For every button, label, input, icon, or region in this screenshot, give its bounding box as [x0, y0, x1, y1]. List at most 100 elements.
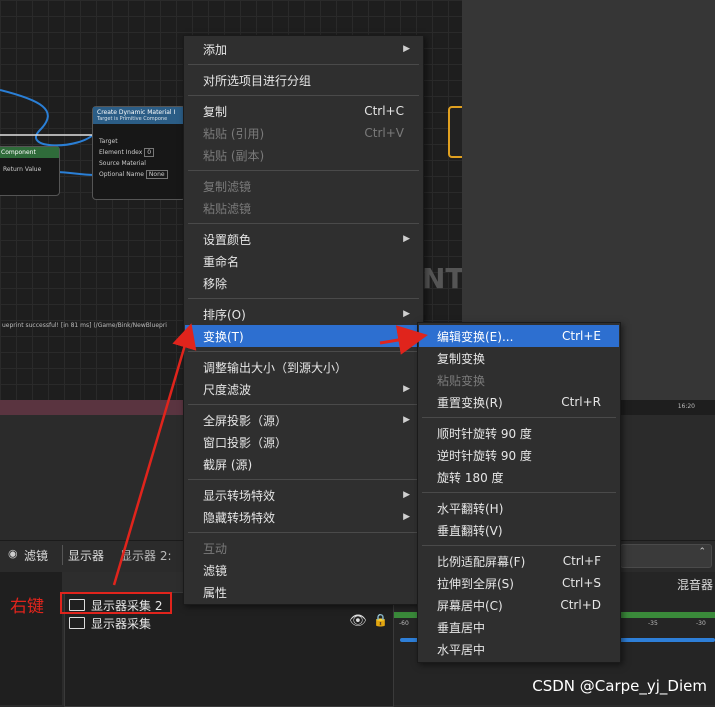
menu-item-label: 垂直居中	[437, 620, 486, 635]
chevron-right-icon: ▶	[403, 415, 410, 425]
chevron-right-icon: ▶	[403, 234, 410, 244]
submenu-item-1[interactable]: 复制变换	[419, 347, 619, 369]
menu-item-label: 旋转 180 度	[437, 470, 504, 485]
menu-item-label: 粘贴滤镜	[203, 201, 252, 216]
submenu-item-7[interactable]: 旋转 180 度	[419, 466, 619, 488]
menu-item-label: 排序(O)	[203, 307, 246, 322]
menu-item-2[interactable]: 对所选项目进行分组	[185, 69, 422, 91]
source-item-display[interactable]: 显示器采集	[69, 614, 151, 632]
menu-item-22[interactable]: 窗口投影（源）	[185, 431, 422, 453]
menu-item-label: 编辑变换(E)...	[437, 329, 514, 344]
menu-item-label: 水平居中	[437, 642, 486, 657]
menu-item-label: 复制滤镜	[203, 179, 252, 194]
menu-separator	[422, 417, 616, 418]
menu-item-label: 复制变换	[437, 351, 486, 366]
menu-item-label: 粘贴 (副本)	[203, 148, 265, 163]
menu-item-13[interactable]: 移除	[185, 272, 422, 294]
menu-item-11[interactable]: 设置颜色 ▶	[185, 228, 422, 250]
source-name: 显示器采集	[91, 616, 152, 631]
pin-element-index: Element Index 0	[93, 147, 185, 158]
menu-separator	[188, 532, 419, 533]
submenu-item-0[interactable]: 编辑变换(E)... Ctrl+E	[419, 325, 619, 347]
menu-item-8: 复制滤镜	[185, 175, 422, 197]
menu-item-label: 设置颜色	[203, 232, 252, 247]
menu-item-label: 重置变换(R)	[437, 395, 503, 410]
menu-item-label: 移除	[203, 276, 228, 291]
chevron-right-icon: ▶	[403, 512, 410, 522]
monitor-icon	[69, 617, 85, 629]
menu-separator	[188, 298, 419, 299]
left-node: Component Return Value	[0, 146, 60, 196]
menu-item-label: 垂直翻转(V)	[437, 523, 503, 538]
submenu-item-13[interactable]: 拉伸到全屏(S) Ctrl+S	[419, 572, 619, 594]
menu-item-6: 粘贴 (副本)	[185, 144, 422, 166]
visibility-eye-icon[interactable]: 👁	[349, 613, 367, 629]
lock-icon[interactable]: 🔒	[373, 613, 388, 627]
menu-item-label: 水平翻转(H)	[437, 501, 504, 516]
filters-button[interactable]: 滤镜	[24, 547, 48, 564]
menu-item-label: 滤镜	[203, 563, 228, 578]
submenu-item-3[interactable]: 重置变换(R) Ctrl+R	[419, 391, 619, 413]
menu-item-shortcut: Ctrl+V	[364, 126, 404, 140]
menu-item-shortcut: Ctrl+F	[562, 554, 601, 568]
menu-item-label: 尺度滤波	[203, 382, 252, 397]
menu-separator	[422, 545, 616, 546]
menu-item-shortcut: Ctrl+S	[561, 576, 601, 590]
menu-item-label: 粘贴 (引用)	[203, 126, 265, 141]
menu-item-19[interactable]: 尺度滤波 ▶	[185, 378, 422, 400]
menu-item-4[interactable]: 复制 Ctrl+C	[185, 100, 422, 122]
node-title: Create Dynamic Material I Target is Prim…	[93, 107, 185, 124]
display-label: 显示器	[68, 549, 105, 563]
menu-item-29[interactable]: 滤镜	[185, 559, 422, 581]
menu-item-15[interactable]: 排序(O) ▶	[185, 303, 422, 325]
display-dropdown[interactable]: 显示器 2:	[120, 547, 172, 564]
menu-item-26[interactable]: 隐藏转场特效 ▶	[185, 506, 422, 528]
menu-item-label: 比例适配屏幕(F)	[437, 554, 526, 569]
menu-item-12[interactable]: 重命名	[185, 250, 422, 272]
menu-item-label: 屏幕居中(C)	[437, 598, 503, 613]
menu-item-label: 隐藏转场特效	[203, 510, 276, 525]
menu-item-23[interactable]: 截屏 (源)	[185, 453, 422, 475]
menu-item-30[interactable]: 属性	[185, 581, 422, 603]
submenu-item-12[interactable]: 比例适配屏幕(F) Ctrl+F	[419, 550, 619, 572]
display-select[interactable]: ⌃	[620, 544, 712, 568]
menu-item-18[interactable]: 调整输出大小（到源大小）	[185, 356, 422, 378]
menu-item-16[interactable]: 变换(T) ▶	[185, 325, 422, 347]
annotation-box	[60, 592, 172, 614]
menu-item-label: 显示转场特效	[203, 488, 276, 503]
menu-item-0[interactable]: 添加 ▶	[185, 38, 422, 60]
submenu-item-9[interactable]: 水平翻转(H)	[419, 497, 619, 519]
menu-item-9: 粘贴滤镜	[185, 197, 422, 219]
right-node-edge	[448, 106, 462, 158]
menu-item-label: 截屏 (源)	[203, 457, 253, 472]
watermark: CSDN @Carpe_yj_Diem	[532, 677, 707, 695]
submenu-item-10[interactable]: 垂直翻转(V)	[419, 519, 619, 541]
menu-item-25[interactable]: 显示转场特效 ▶	[185, 484, 422, 506]
menu-item-label: 顺时针旋转 90 度	[437, 426, 532, 441]
left-node-title: Component	[0, 147, 59, 158]
preview-watermark: NT	[422, 262, 462, 295]
submenu-item-5[interactable]: 顺时针旋转 90 度	[419, 422, 619, 444]
filters-icon[interactable]: ◉	[8, 547, 18, 560]
annotation-label: 右键	[10, 597, 44, 617]
menu-item-21[interactable]: 全屏投影（源） ▶	[185, 409, 422, 431]
menu-separator	[188, 95, 419, 96]
menu-item-shortcut: Ctrl+D	[560, 598, 601, 612]
pin-source-material: Source Material	[99, 160, 146, 167]
submenu-item-6[interactable]: 逆时针旋转 90 度	[419, 444, 619, 466]
transform-submenu: 编辑变换(E)... Ctrl+E 复制变换 粘贴变换 重置变换(R) Ctrl+R 顺时针…	[417, 322, 621, 663]
menu-item-label: 全屏投影（源）	[203, 413, 288, 428]
node-title-text: Create Dynamic Material I	[97, 109, 176, 116]
chevron-updown-icon: ⌃	[698, 547, 706, 557]
submenu-item-16[interactable]: 水平居中	[419, 638, 619, 660]
mixer-title: 混音器	[676, 578, 713, 592]
submenu-item-14[interactable]: 屏幕居中(C) Ctrl+D	[419, 594, 619, 616]
pin-target: Target	[99, 138, 118, 145]
submenu-item-15[interactable]: 垂直居中	[419, 616, 619, 638]
menu-separator	[188, 64, 419, 65]
pin-optional-name: Optional Name None	[93, 169, 185, 180]
menu-item-label: 逆时针旋转 90 度	[437, 448, 532, 463]
clock-text: 16:20	[677, 403, 695, 410]
menu-separator	[188, 404, 419, 405]
menu-item-label: 变换(T)	[203, 329, 244, 344]
